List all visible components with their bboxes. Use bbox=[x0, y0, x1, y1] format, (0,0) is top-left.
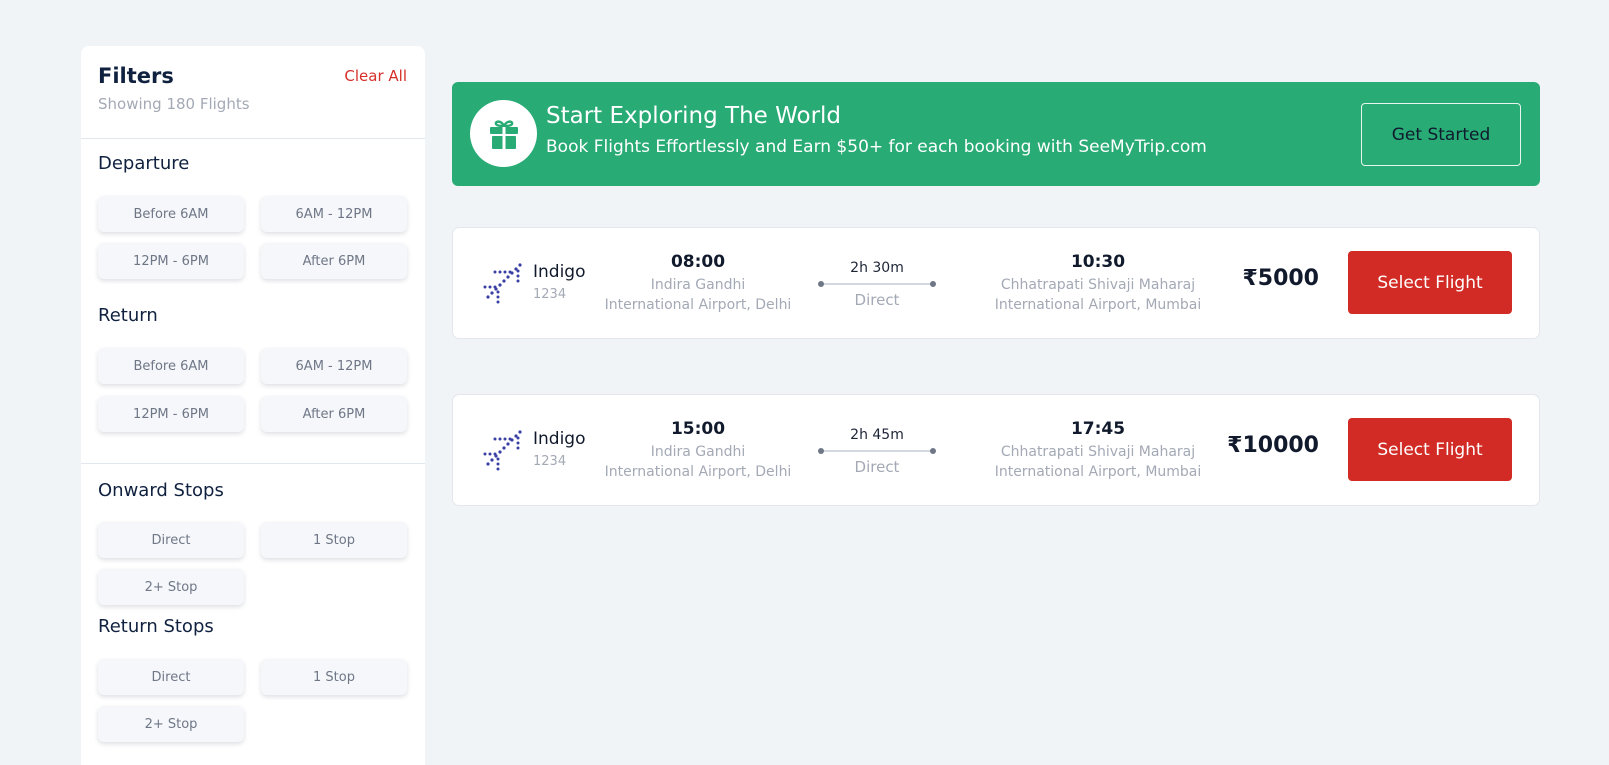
filters-divider bbox=[81, 463, 425, 464]
filters-panel: Filters Showing 180 Flights Clear All De… bbox=[81, 46, 425, 765]
banner-text: Book Flights Effortlessly and Earn $50+ … bbox=[546, 137, 1207, 157]
departure-airport-line1: Indira Gandhi bbox=[650, 277, 746, 293]
departure-time: 08:00 bbox=[670, 252, 726, 272]
onward-stops-title: Onward Stops bbox=[98, 480, 224, 501]
departure-after-6pm[interactable]: After 6PM bbox=[261, 243, 407, 279]
return-before-6am[interactable]: Before 6AM bbox=[98, 348, 244, 384]
select-flight-button[interactable]: Select Flight bbox=[1348, 418, 1512, 481]
arrival-airport-line2: International Airport, Mumbai bbox=[994, 297, 1202, 313]
departure-info: 08:00 Indira Gandhi International Airpor… bbox=[603, 252, 793, 315]
flight-card: Indigo 1234 15:00 Indira Gandhi Internat… bbox=[452, 394, 1540, 506]
return-after-6pm[interactable]: After 6PM bbox=[261, 396, 407, 432]
arrival-airport-line2: International Airport, Mumbai bbox=[994, 464, 1202, 480]
flight-duration: 2h 45m bbox=[850, 427, 904, 443]
arrival-time: 17:45 bbox=[1070, 419, 1126, 439]
airline-name: Indigo bbox=[533, 429, 586, 449]
departure-6am-12pm[interactable]: 6AM - 12PM bbox=[261, 196, 407, 232]
banner-title: Start Exploring The World bbox=[546, 103, 842, 129]
flight-duration: 2h 30m bbox=[850, 260, 904, 276]
departure-title: Departure bbox=[98, 153, 190, 174]
filters-title: Filters bbox=[98, 64, 174, 88]
arrival-airport-line1: Chhatrapati Shivaji Maharaj bbox=[1000, 444, 1196, 460]
gift-icon bbox=[470, 100, 537, 167]
promo-banner: Start Exploring The World Book Flights E… bbox=[452, 82, 1540, 186]
flight-number: 1234 bbox=[533, 287, 567, 302]
arrival-info: 10:30 Chhatrapati Shivaji Maharaj Intern… bbox=[983, 252, 1213, 315]
select-flight-button[interactable]: Select Flight bbox=[1348, 251, 1512, 314]
flight-number: 1234 bbox=[533, 454, 567, 469]
onward-stops-2plus[interactable]: 2+ Stop bbox=[98, 569, 244, 605]
departure-info: 15:00 Indira Gandhi International Airpor… bbox=[603, 419, 793, 482]
return-stops-title: Return Stops bbox=[98, 616, 214, 637]
filters-header: Filters Showing 180 Flights Clear All bbox=[81, 46, 425, 139]
indigo-logo-icon bbox=[483, 263, 522, 304]
flight-price: ₹10000 bbox=[1227, 433, 1319, 458]
route-line bbox=[818, 278, 936, 290]
departure-airport-line1: Indira Gandhi bbox=[650, 444, 746, 460]
flight-card: Indigo 1234 08:00 Indira Gandhi Internat… bbox=[452, 227, 1540, 339]
departure-time: 15:00 bbox=[670, 419, 726, 439]
onward-stops-1-stop[interactable]: 1 Stop bbox=[261, 522, 407, 558]
return-stops-1-stop[interactable]: 1 Stop bbox=[261, 659, 407, 695]
arrival-airport-line1: Chhatrapati Shivaji Maharaj bbox=[1000, 277, 1196, 293]
get-started-button[interactable]: Get Started bbox=[1361, 103, 1521, 166]
departure-airport-line2: International Airport, Delhi bbox=[604, 464, 792, 480]
departure-12pm-6pm[interactable]: 12PM - 6PM bbox=[98, 243, 244, 279]
flight-stops: Direct bbox=[854, 291, 900, 309]
flight-price: ₹5000 bbox=[1242, 266, 1319, 291]
onward-stops-direct[interactable]: Direct bbox=[98, 522, 244, 558]
flights-count: Showing 180 Flights bbox=[98, 95, 250, 113]
return-6am-12pm[interactable]: 6AM - 12PM bbox=[261, 348, 407, 384]
departure-before-6am[interactable]: Before 6AM bbox=[98, 196, 244, 232]
flight-stops: Direct bbox=[854, 458, 900, 476]
route-info: 2h 45m Direct bbox=[818, 427, 936, 476]
route-info: 2h 30m Direct bbox=[818, 260, 936, 309]
arrival-time: 10:30 bbox=[1070, 252, 1126, 272]
return-stops-direct[interactable]: Direct bbox=[98, 659, 244, 695]
departure-airport-line2: International Airport, Delhi bbox=[604, 297, 792, 313]
return-12pm-6pm[interactable]: 12PM - 6PM bbox=[98, 396, 244, 432]
arrival-info: 17:45 Chhatrapati Shivaji Maharaj Intern… bbox=[983, 419, 1213, 482]
return-title: Return bbox=[98, 305, 158, 326]
route-line bbox=[818, 445, 936, 457]
airline-name: Indigo bbox=[533, 262, 586, 282]
clear-all-link[interactable]: Clear All bbox=[344, 67, 407, 85]
indigo-logo-icon bbox=[483, 430, 522, 471]
return-stops-2plus[interactable]: 2+ Stop bbox=[98, 706, 244, 742]
